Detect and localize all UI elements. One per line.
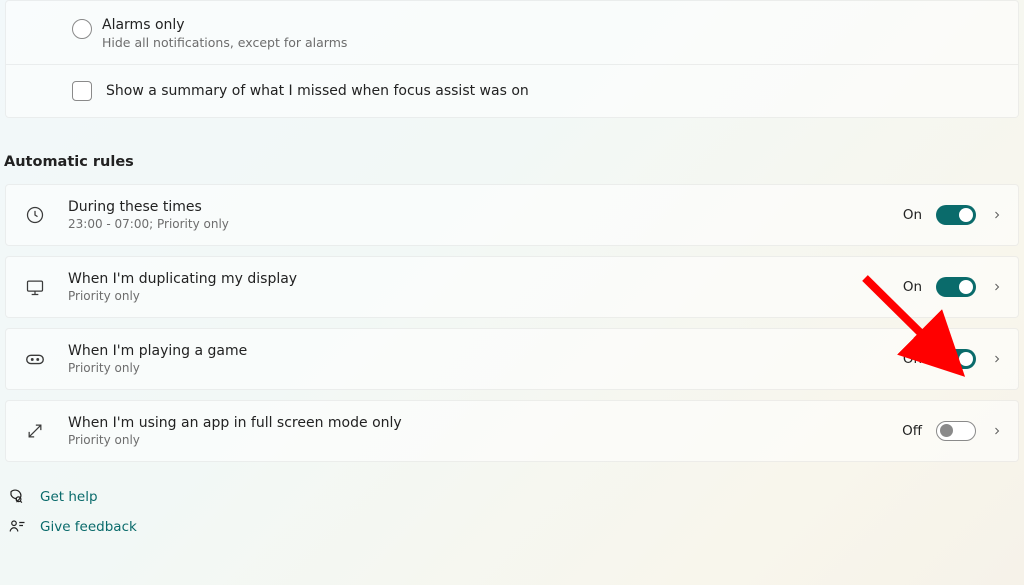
rule-fullscreen-app[interactable]: When I'm using an app in full screen mod… [5, 400, 1019, 462]
help-icon [8, 488, 26, 506]
rule-during-times-toggle[interactable] [936, 205, 976, 225]
rule-sub: 23:00 - 07:00; Priority only [68, 217, 229, 231]
rule-fullscreen-toggle[interactable] [936, 421, 976, 441]
focus-assist-options-panel: Alarms only Hide all notifications, exce… [5, 0, 1019, 118]
get-help-label: Get help [40, 489, 98, 505]
rule-title: When I'm duplicating my display [68, 271, 297, 287]
toggle-state-label: On [903, 279, 922, 295]
clock-icon [24, 204, 46, 226]
automatic-rules-heading: Automatic rules [4, 154, 1024, 170]
option-show-summary[interactable]: Show a summary of what I missed when foc… [6, 64, 1018, 117]
expand-icon [24, 420, 46, 442]
rule-game-toggle[interactable] [936, 349, 976, 369]
option-alarms-only-title: Alarms only [102, 17, 347, 33]
chevron-right-icon[interactable] [990, 424, 1004, 438]
get-help-link[interactable]: Get help [8, 482, 1024, 512]
monitor-icon [24, 276, 46, 298]
rule-sub: Priority only [68, 289, 297, 303]
rule-duplicate-display-toggle[interactable] [936, 277, 976, 297]
rule-title: During these times [68, 199, 229, 215]
chevron-right-icon[interactable] [990, 352, 1004, 366]
chevron-right-icon[interactable] [990, 208, 1004, 222]
rule-sub: Priority only [68, 361, 247, 375]
toggle-state-label: On [903, 351, 922, 367]
feedback-icon [8, 518, 26, 536]
chevron-right-icon[interactable] [990, 280, 1004, 294]
radio-icon [72, 19, 92, 39]
give-feedback-link[interactable]: Give feedback [8, 512, 1024, 542]
rule-sub: Priority only [68, 433, 402, 447]
option-alarms-only-sub: Hide all notifications, except for alarm… [102, 35, 347, 50]
toggle-state-label: On [903, 207, 922, 223]
rule-title: When I'm using an app in full screen mod… [68, 415, 402, 431]
option-alarms-only[interactable]: Alarms only Hide all notifications, exce… [6, 1, 1018, 64]
help-links: Get help Give feedback [8, 482, 1024, 542]
give-feedback-label: Give feedback [40, 519, 137, 535]
option-show-summary-label: Show a summary of what I missed when foc… [106, 83, 529, 99]
toggle-state-label: Off [902, 423, 922, 439]
checkbox-icon [72, 81, 92, 101]
rule-title: When I'm playing a game [68, 343, 247, 359]
rule-during-times[interactable]: During these times 23:00 - 07:00; Priori… [5, 184, 1019, 246]
rule-playing-game[interactable]: When I'm playing a game Priority only On [5, 328, 1019, 390]
game-controller-icon [24, 348, 46, 370]
rule-duplicate-display[interactable]: When I'm duplicating my display Priority… [5, 256, 1019, 318]
